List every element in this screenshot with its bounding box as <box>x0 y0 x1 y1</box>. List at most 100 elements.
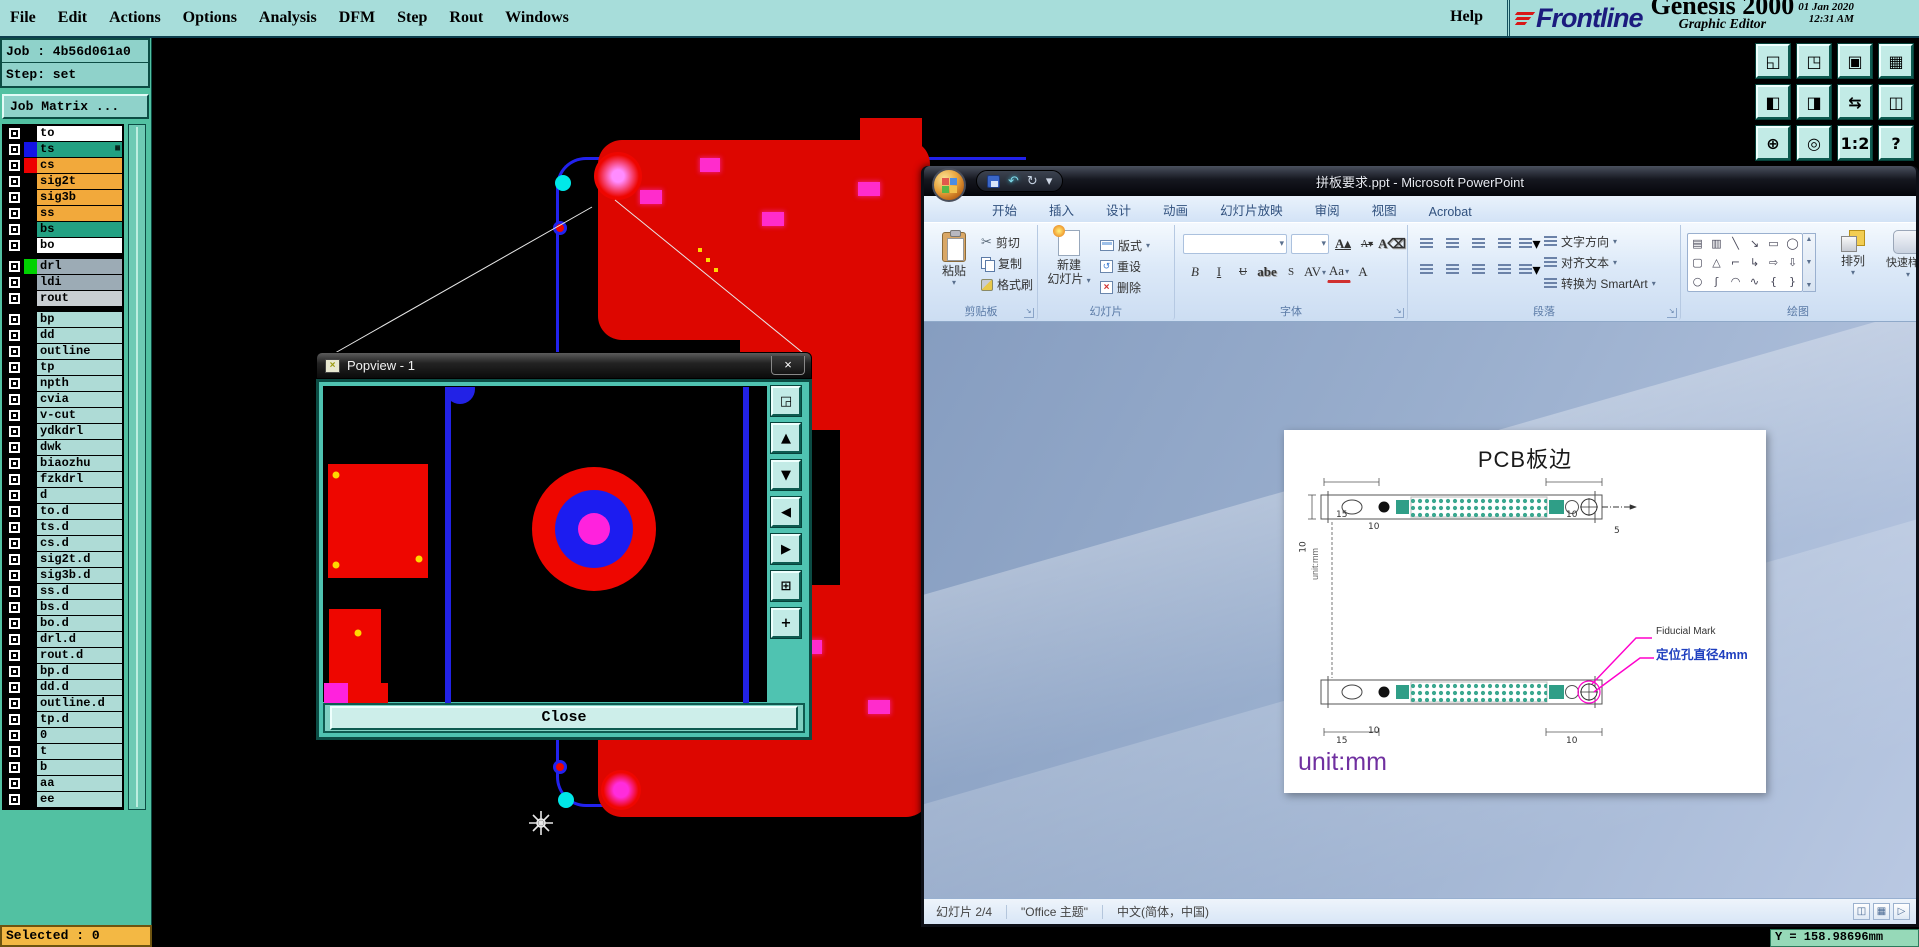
clipboard-dialog-launcher[interactable]: ↘ <box>1024 308 1034 318</box>
layer-visibility-checkbox[interactable] <box>4 680 24 695</box>
popview-tool-button[interactable]: ▼ <box>770 459 802 491</box>
layer-color-swatch[interactable] <box>24 632 37 647</box>
layer-row[interactable]: b <box>4 760 122 776</box>
layer-visibility-checkbox[interactable] <box>4 744 24 759</box>
font-format-button[interactable]: S <box>1279 261 1303 283</box>
toolbar-button[interactable]: ◱ <box>1755 43 1791 79</box>
layer-color-swatch[interactable] <box>24 275 37 290</box>
layer-row[interactable]: outline <box>4 344 122 360</box>
toolbar-button[interactable]: ◨ <box>1796 84 1832 120</box>
slide-editing-area[interactable]: PCB板边 15 10 10 5 10 15 10 10 unit:mm Fid… <box>924 322 1916 898</box>
layer-row[interactable]: 0 <box>4 728 122 744</box>
justify-button[interactable] <box>1492 259 1516 280</box>
popview-tool-button[interactable]: ▶ <box>770 533 802 565</box>
ppt-titlebar[interactable]: ↶ ↻ ▾ 拼板要求.ppt - Microsoft PowerPoint <box>924 166 1916 202</box>
popview-tool-button[interactable]: ▲ <box>770 422 802 454</box>
layer-row[interactable]: bs.d <box>4 600 122 616</box>
text-direction-button[interactable]: 文字方向 ▾ <box>1544 231 1656 252</box>
ribbon-tab[interactable]: 动画 <box>1147 196 1204 222</box>
menu-item[interactable]: DFM <box>339 9 375 27</box>
shape-cell[interactable]: △ <box>1707 253 1726 272</box>
shape-cell[interactable]: ⇨ <box>1764 253 1783 272</box>
shape-cell[interactable]: { <box>1764 272 1783 291</box>
layer-row[interactable]: dd.d <box>4 680 122 696</box>
popview-tool-button[interactable]: + <box>770 607 802 639</box>
layer-color-swatch[interactable] <box>24 552 37 567</box>
layer-visibility-checkbox[interactable] <box>4 616 24 631</box>
font-size-select[interactable] <box>1291 234 1329 254</box>
ribbon-tab[interactable]: Acrobat <box>1413 201 1488 222</box>
menu-item[interactable]: File <box>10 9 36 27</box>
menu-item[interactable]: Windows <box>505 9 569 27</box>
layer-color-swatch[interactable] <box>24 648 37 663</box>
layer-row[interactable]: cvia <box>4 392 122 408</box>
layer-row[interactable]: rout.d <box>4 648 122 664</box>
layer-visibility-checkbox[interactable] <box>4 158 24 173</box>
font-format-button[interactable]: U <box>1231 261 1255 283</box>
format-painter-button[interactable]: 格式刷 <box>981 274 1033 295</box>
layer-row[interactable]: ss.d <box>4 584 122 600</box>
layer-color-swatch[interactable] <box>24 328 37 343</box>
layer-visibility-checkbox[interactable] <box>4 648 24 663</box>
numbering-button[interactable] <box>1440 233 1464 254</box>
shape-cell[interactable]: ⇩ <box>1783 253 1802 272</box>
ribbon-tab[interactable]: 开始 <box>976 196 1033 222</box>
layer-color-swatch[interactable] <box>24 456 37 471</box>
layer-list-scrollbar[interactable] <box>128 124 146 810</box>
layer-visibility-checkbox[interactable] <box>4 126 24 141</box>
layer-visibility-checkbox[interactable] <box>4 760 24 775</box>
layer-row[interactable]: cs.d <box>4 536 122 552</box>
layer-color-swatch[interactable] <box>24 712 37 727</box>
layer-row[interactable]: drl.d <box>4 632 122 648</box>
font-format-button[interactable]: B <box>1183 261 1207 283</box>
layout-button[interactable]: 版式 ▾ <box>1100 235 1150 256</box>
align-center-button[interactable] <box>1440 259 1464 280</box>
layer-color-swatch[interactable] <box>24 616 37 631</box>
layer-row[interactable]: t <box>4 744 122 760</box>
layer-color-swatch[interactable] <box>24 680 37 695</box>
paragraph-dialog-launcher[interactable]: ↘ <box>1667 308 1677 318</box>
quick-styles-button[interactable]: 快速样式 ▾ <box>1877 229 1916 313</box>
toolbar-button[interactable]: ⊕ <box>1755 125 1791 161</box>
layer-row[interactable]: to <box>4 126 122 142</box>
shape-cell[interactable]: ↘ <box>1745 234 1764 253</box>
shape-cell[interactable]: ◠ <box>1726 272 1745 291</box>
font-format-button[interactable]: abe <box>1255 261 1279 283</box>
layer-color-swatch[interactable] <box>24 291 37 306</box>
layer-visibility-checkbox[interactable] <box>4 174 24 189</box>
ribbon-tab[interactable]: 设计 <box>1090 196 1147 222</box>
menu-item[interactable]: Step <box>397 9 427 27</box>
shrink-font-button[interactable]: A▾ <box>1357 233 1377 255</box>
layer-row[interactable]: dwk <box>4 440 122 456</box>
layer-color-swatch[interactable] <box>24 424 37 439</box>
font-dialog-launcher[interactable]: ↘ <box>1394 308 1404 318</box>
layer-visibility-checkbox[interactable] <box>4 259 24 274</box>
shape-cell[interactable]: ◯ <box>1783 234 1802 253</box>
layer-visibility-checkbox[interactable] <box>4 584 24 599</box>
layer-row[interactable]: ydkdrl <box>4 424 122 440</box>
layer-row[interactable]: fzkdrl <box>4 472 122 488</box>
layer-visibility-checkbox[interactable] <box>4 568 24 583</box>
slide-content-box[interactable]: PCB板边 15 10 10 5 10 15 10 10 unit:mm Fid… <box>1284 430 1766 793</box>
font-format-button[interactable]: I <box>1207 261 1231 283</box>
layer-visibility-checkbox[interactable] <box>4 728 24 743</box>
layer-visibility-checkbox[interactable] <box>4 776 24 791</box>
layer-visibility-checkbox[interactable] <box>4 424 24 439</box>
popview-tool-button[interactable]: ◲ <box>770 385 802 417</box>
layer-row[interactable]: npth <box>4 376 122 392</box>
layer-visibility-checkbox[interactable] <box>4 222 24 237</box>
normal-view-icon[interactable]: ◫ <box>1853 903 1870 920</box>
layer-row[interactable]: ldi <box>4 275 122 291</box>
layer-row[interactable]: sig3b.d <box>4 568 122 584</box>
toolbar-button[interactable]: 1:2 <box>1837 125 1873 161</box>
ribbon-tab[interactable]: 插入 <box>1033 196 1090 222</box>
layer-visibility-checkbox[interactable] <box>4 488 24 503</box>
shape-cell[interactable]: ↳ <box>1745 253 1764 272</box>
layer-row[interactable]: ts ▦ <box>4 142 122 158</box>
layer-row[interactable]: ss <box>4 206 122 222</box>
layer-row[interactable]: sig2t <box>4 174 122 190</box>
menu-item-help[interactable]: Help <box>1450 8 1483 26</box>
shape-cell[interactable]: ○ <box>1688 272 1707 291</box>
popview-close-x-button[interactable]: × <box>771 356 805 375</box>
menu-item[interactable]: Edit <box>58 9 87 27</box>
